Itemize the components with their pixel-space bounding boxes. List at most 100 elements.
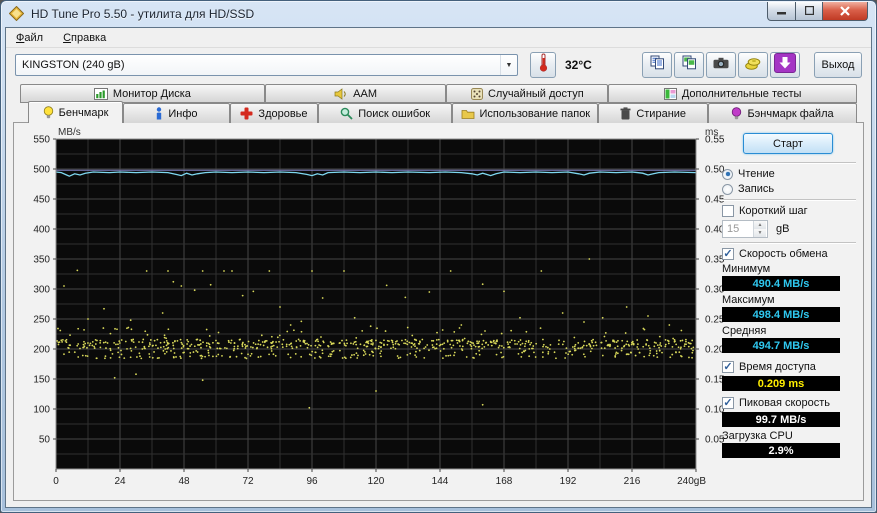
short-stride-label: Короткий шаг	[739, 205, 808, 217]
tab-label: Стирание	[636, 107, 687, 120]
speaker-icon	[334, 87, 348, 100]
svg-text:400: 400	[33, 225, 50, 236]
separator	[720, 242, 856, 244]
svg-text:48: 48	[178, 476, 190, 487]
svg-text:120: 120	[368, 476, 385, 487]
stepper-up-icon[interactable]: ▲	[754, 221, 766, 229]
disks-icon	[745, 56, 761, 75]
svg-text:168: 168	[496, 476, 513, 487]
transfer-rate-label: Скорость обмена	[739, 248, 828, 260]
tab-random-access[interactable]: Случайный доступ	[446, 84, 609, 103]
tab-erase[interactable]: Стирание	[598, 103, 709, 123]
svg-text:250: 250	[33, 315, 50, 326]
drive-select-value: KINGSTON (240 gB)	[22, 59, 125, 71]
svg-text:0: 0	[53, 476, 59, 487]
read-radio-row[interactable]: Чтение	[722, 168, 858, 180]
app-window: HD Tune Pro 5.50 - утилита для HD/SSD Фа…	[0, 0, 877, 513]
copy-text-button[interactable]	[642, 52, 672, 78]
menu-file[interactable]: Файл	[16, 32, 43, 44]
info-icon	[155, 107, 163, 120]
benchmark-page: 50 100 150 200 250 300 350 400 450 500 550 0.05 0.10…	[13, 122, 864, 501]
extra-tests-icon	[663, 87, 677, 100]
maximum-value: 498.4 MB/s	[722, 307, 840, 322]
bulb-purple-icon	[731, 107, 742, 120]
dice-icon	[470, 87, 483, 100]
copy-image-button[interactable]	[674, 52, 704, 78]
separator	[720, 162, 856, 164]
write-radio[interactable]	[722, 183, 733, 195]
burst-rate-checkbox[interactable]: ✓	[722, 397, 734, 409]
burst-rate-row[interactable]: ✓ Пиковая скорость	[722, 397, 858, 409]
stride-size-input[interactable]	[723, 221, 753, 237]
svg-text:216: 216	[624, 476, 641, 487]
chevron-down-icon[interactable]: ▼	[500, 55, 517, 75]
minimize-button[interactable]	[767, 1, 796, 21]
menu-help[interactable]: Справка	[63, 32, 106, 44]
stride-size-stepper[interactable]: ▲ ▼	[722, 220, 768, 238]
tab-label: Поиск ошибок	[358, 107, 431, 120]
average-value: 494.7 MB/s	[722, 338, 840, 353]
bulb-yellow-icon	[43, 106, 54, 119]
tab-error-scan[interactable]: Поиск ошибок	[318, 103, 453, 123]
download-button[interactable]	[770, 52, 800, 78]
tab-row-secondary: Монитор Диска AAM Случайный доступ Допол…	[20, 84, 857, 103]
minimum-label: Минимум	[722, 263, 771, 275]
svg-text:144: 144	[432, 476, 449, 487]
tab-label: Бэнчмарк файла	[747, 107, 834, 120]
svg-text:550: 550	[33, 135, 50, 146]
screenshot-button[interactable]	[706, 52, 736, 78]
read-radio[interactable]	[722, 168, 733, 180]
access-time-row[interactable]: ✓ Время доступа	[722, 361, 858, 373]
average-label: Средняя	[722, 325, 767, 337]
app-icon	[9, 6, 25, 22]
tab-benchmark[interactable]: Бенчмарк	[28, 101, 124, 123]
stride-size-unit: gB	[776, 223, 790, 235]
transfer-rate-checkbox[interactable]: ✓	[722, 248, 734, 260]
svg-text:500: 500	[33, 165, 50, 176]
tab-label: Дополнительные тесты	[681, 87, 802, 100]
temperature-button[interactable]	[530, 52, 556, 78]
download-icon	[774, 52, 796, 78]
access-time-value: 0.209 ms	[722, 376, 840, 391]
tab-file-benchmark[interactable]: Бэнчмарк файла	[708, 103, 857, 123]
tab-folder-usage[interactable]: Использование папок	[452, 103, 599, 123]
close-button[interactable]	[823, 1, 868, 21]
exit-button[interactable]: Выход	[814, 52, 862, 78]
tab-aam[interactable]: AAM	[264, 84, 447, 103]
read-radio-label: Чтение	[738, 168, 775, 180]
write-radio-label: Запись	[738, 183, 775, 195]
tab-label: Здоровье	[258, 107, 308, 120]
tab-info[interactable]: Инфо	[123, 103, 230, 123]
maximize-button[interactable]	[796, 1, 823, 21]
short-stride-row[interactable]: Короткий шаг	[722, 205, 858, 217]
burst-rate-value: 99.7 MB/s	[722, 412, 840, 427]
short-stride-checkbox[interactable]	[722, 205, 734, 217]
cpu-usage-value: 2.9%	[722, 443, 840, 458]
tab-row-primary: Бенчмарк Инфо Здоровье Поиск ошибок Испо…	[28, 101, 857, 123]
svg-text:240gB: 240gB	[677, 476, 706, 487]
minimum-value: 490.4 MB/s	[722, 276, 840, 291]
magnifier-icon	[340, 107, 353, 120]
svg-text:MB/s: MB/s	[58, 127, 81, 138]
window-controls	[767, 1, 868, 21]
health-cross-icon	[240, 107, 253, 120]
client-area: Файл Справка KINGSTON (240 gB) ▼ 32°C Вы…	[5, 27, 872, 508]
transfer-rate-row[interactable]: ✓ Скорость обмена	[722, 248, 858, 260]
stepper-down-icon[interactable]: ▼	[754, 229, 766, 237]
save-button[interactable]	[738, 52, 768, 78]
tab-label: AAM	[353, 87, 377, 100]
drive-select[interactable]: KINGSTON (240 gB) ▼	[15, 54, 518, 76]
toolbar: KINGSTON (240 gB) ▼ 32°C Выход	[6, 48, 871, 82]
svg-text:200: 200	[33, 345, 50, 356]
svg-text:72: 72	[242, 476, 254, 487]
svg-text:150: 150	[33, 375, 50, 386]
access-time-checkbox[interactable]: ✓	[722, 361, 734, 373]
tab-extra-tests[interactable]: Дополнительные тесты	[608, 84, 857, 103]
start-button[interactable]: Старт	[743, 133, 833, 154]
burst-rate-label: Пиковая скорость	[739, 397, 831, 409]
benchmark-panel: Старт Чтение Запись Короткий шаг 15 ▲ ▼ …	[718, 129, 858, 460]
tab-health[interactable]: Здоровье	[229, 103, 319, 123]
write-radio-row[interactable]: Запись	[722, 183, 858, 195]
window-title: HD Tune Pro 5.50 - утилита для HD/SSD	[31, 7, 255, 21]
maximum-label: Максимум	[722, 294, 775, 306]
